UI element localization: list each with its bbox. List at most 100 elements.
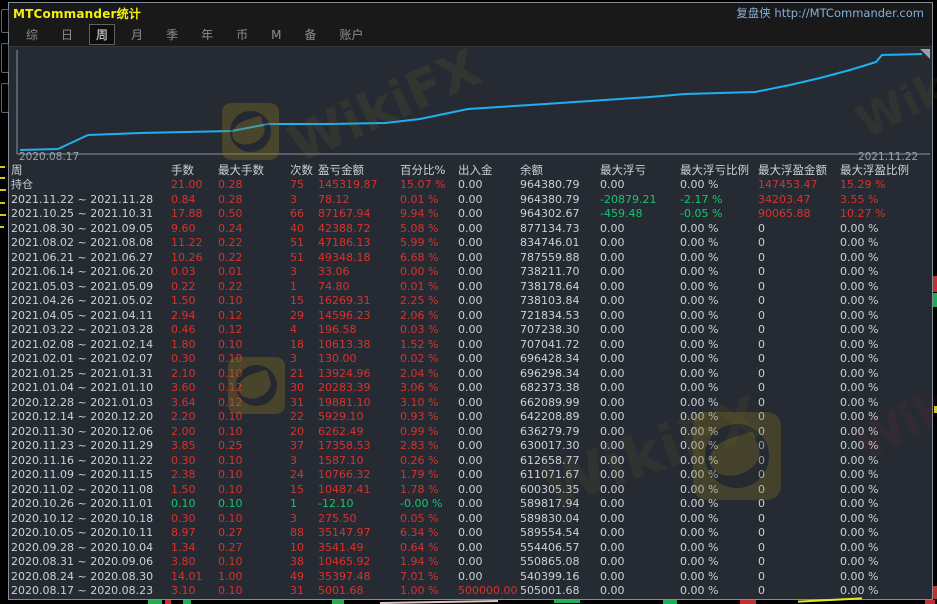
- table-row[interactable]: 2020.09.28 ~ 2020.10.041.340.27103541.49…: [11, 541, 932, 556]
- cell: 707238.30: [520, 323, 600, 338]
- cell: 42388.72: [318, 222, 400, 237]
- table-row[interactable]: 2021.04.26 ~ 2021.05.021.500.101516269.3…: [11, 294, 932, 309]
- brand-link[interactable]: 复盘侠 http://MTCommander.com: [736, 5, 924, 21]
- cell: 2.38: [171, 468, 218, 483]
- cell: 0.00 %: [840, 338, 926, 353]
- table-row[interactable]: 2021.03.22 ~ 2021.03.280.460.124196.580.…: [11, 323, 932, 338]
- table-row[interactable]: 2021.10.25 ~ 2021.10.3117.880.506687167.…: [11, 207, 932, 222]
- cell: 2020.11.30 ~ 2020.12.06: [11, 425, 171, 440]
- cell: 0.27: [218, 541, 290, 556]
- cell: 0.00: [458, 222, 520, 237]
- menu-item-备[interactable]: 备: [297, 24, 323, 45]
- decor-mark: [0, 166, 5, 168]
- table-row[interactable]: 持仓21.000.2875145319.8715.07 %0.00964380.…: [11, 178, 932, 193]
- cell: 0: [758, 222, 840, 237]
- cell: -459.48: [600, 207, 680, 222]
- column-header[interactable]: 手数: [171, 163, 218, 178]
- column-header[interactable]: 最大浮亏: [600, 163, 680, 178]
- cell: 3: [290, 512, 318, 527]
- cell: 0.00: [600, 338, 680, 353]
- cell: 2021.10.25 ~ 2021.10.31: [11, 207, 171, 222]
- title-bar[interactable]: MTCommander统计 复盘侠 http://MTCommander.com: [9, 3, 932, 23]
- table-row[interactable]: 2020.12.28 ~ 2021.01.033.640.123119881.1…: [11, 396, 932, 411]
- table-row[interactable]: 2020.12.14 ~ 2020.12.202.200.10225929.10…: [11, 410, 932, 425]
- table-row[interactable]: 2021.05.03 ~ 2021.05.090.220.22174.800.0…: [11, 280, 932, 295]
- table-row[interactable]: 2021.06.21 ~ 2021.06.2710.260.225149348.…: [11, 251, 932, 266]
- cell: 500000.00: [458, 584, 520, 599]
- table-row[interactable]: 2020.11.02 ~ 2020.11.081.500.101510487.4…: [11, 483, 932, 498]
- table-row[interactable]: 2020.10.05 ~ 2020.10.118.970.278835147.9…: [11, 526, 932, 541]
- table-row[interactable]: 2021.08.30 ~ 2021.09.059.600.244042388.7…: [11, 222, 932, 237]
- column-header[interactable]: 盈亏金额: [318, 163, 400, 178]
- cell: 6.68 %: [400, 251, 458, 266]
- cell: 0.00 %: [840, 439, 926, 454]
- cell: 5001.68: [318, 584, 400, 599]
- cell: 14596.23: [318, 309, 400, 324]
- table-row[interactable]: 2020.08.31 ~ 2020.09.063.800.103810465.9…: [11, 555, 932, 570]
- cell: 0.00 %: [680, 425, 758, 440]
- menu-item-币[interactable]: 币: [229, 24, 255, 45]
- cell: 18: [290, 338, 318, 353]
- column-header[interactable]: 最大浮盈比例: [840, 163, 926, 178]
- table-row[interactable]: 2021.08.02 ~ 2021.08.0811.220.225147186.…: [11, 236, 932, 251]
- column-header[interactable]: 次数: [290, 163, 318, 178]
- cell: 0.00: [600, 309, 680, 324]
- column-header[interactable]: 余额: [520, 163, 600, 178]
- cell: 22: [290, 410, 318, 425]
- cell: 0.00: [458, 207, 520, 222]
- cell: 21.00: [171, 178, 218, 193]
- table-row[interactable]: 2020.08.17 ~ 2020.08.233.100.10315001.68…: [11, 584, 932, 599]
- column-header[interactable]: 周: [11, 163, 171, 178]
- cell: 21: [290, 367, 318, 382]
- column-header[interactable]: 出入金: [458, 163, 520, 178]
- cell: 0.00: [600, 468, 680, 483]
- menu-item-季[interactable]: 季: [159, 24, 185, 45]
- table-row[interactable]: 2020.10.12 ~ 2020.10.180.300.103275.500.…: [11, 512, 932, 527]
- cell: 3541.49: [318, 541, 400, 556]
- table-row[interactable]: 2021.06.14 ~ 2021.06.200.030.01333.060.0…: [11, 265, 932, 280]
- menu-item-月[interactable]: 月: [124, 24, 150, 45]
- table-row[interactable]: 2020.11.09 ~ 2020.11.152.380.102410766.3…: [11, 468, 932, 483]
- menu-item-年[interactable]: 年: [194, 24, 220, 45]
- cell: 0.00 %: [840, 367, 926, 382]
- cell: 10.26: [171, 251, 218, 266]
- table-row[interactable]: 2021.01.25 ~ 2021.01.312.100.102113924.9…: [11, 367, 932, 382]
- cell: 0.24: [218, 222, 290, 237]
- table-row[interactable]: 2021.04.05 ~ 2021.04.112.940.122914596.2…: [11, 309, 932, 324]
- cell: 2020.10.05 ~ 2020.10.11: [11, 526, 171, 541]
- cell: 3: [290, 454, 318, 469]
- cell: 1.00 %: [400, 584, 458, 599]
- cell: 696298.34: [520, 367, 600, 382]
- cell: 0.64 %: [400, 541, 458, 556]
- cell: 66: [290, 207, 318, 222]
- table-row[interactable]: 2020.11.16 ~ 2020.11.220.300.1031587.100…: [11, 454, 932, 469]
- column-header[interactable]: 最大浮亏比例: [680, 163, 758, 178]
- table-row[interactable]: 2020.10.26 ~ 2020.11.010.100.101-12.10-0…: [11, 497, 932, 512]
- column-header[interactable]: 最大手数: [218, 163, 290, 178]
- table-row[interactable]: 2021.02.08 ~ 2021.02.141.800.101810613.3…: [11, 338, 932, 353]
- cell: 10766.32: [318, 468, 400, 483]
- cell: 2021.08.30 ~ 2021.09.05: [11, 222, 171, 237]
- menu-item-日[interactable]: 日: [54, 24, 80, 45]
- table-row[interactable]: 2020.11.23 ~ 2020.11.293.850.253717358.5…: [11, 439, 932, 454]
- cell: 0.50: [218, 207, 290, 222]
- cell: 1: [290, 497, 318, 512]
- menu-item-账户[interactable]: 账户: [332, 24, 370, 45]
- cell: 0.00 %: [680, 512, 758, 527]
- cell: 0.00 %: [840, 584, 926, 599]
- column-header[interactable]: 百分比%: [400, 163, 458, 178]
- cell: -20879.21: [600, 193, 680, 208]
- table-row[interactable]: 2021.02.01 ~ 2021.02.070.300.103130.000.…: [11, 352, 932, 367]
- menu-item-周[interactable]: 周: [89, 24, 115, 45]
- menu-item-M[interactable]: M: [264, 26, 288, 44]
- column-header[interactable]: 最大浮盈金额: [758, 163, 840, 178]
- cell: 0.28: [218, 178, 290, 193]
- cell: 0: [758, 483, 840, 498]
- table-row[interactable]: 2021.01.04 ~ 2021.01.103.600.123020283.3…: [11, 381, 932, 396]
- table-row[interactable]: 2020.11.30 ~ 2020.12.062.000.10206262.49…: [11, 425, 932, 440]
- table-row[interactable]: 2021.11.22 ~ 2021.11.280.840.28378.120.0…: [11, 193, 932, 208]
- menu-item-综[interactable]: 综: [19, 24, 45, 45]
- cell: 0.00 %: [680, 555, 758, 570]
- cell: 0.05 %: [400, 512, 458, 527]
- table-row[interactable]: 2020.08.24 ~ 2020.08.3014.011.004935397.…: [11, 570, 932, 585]
